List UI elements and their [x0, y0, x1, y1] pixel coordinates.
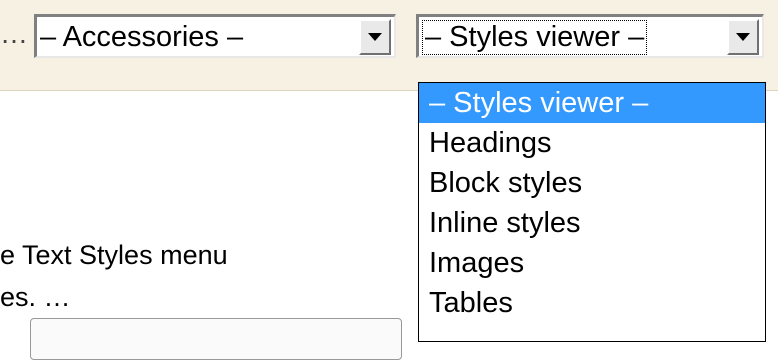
styles-viewer-select-value: – Styles viewer –: [422, 20, 648, 55]
accessories-select[interactable]: – Accessories –: [34, 14, 396, 58]
body-text-line: e Text Styles menu: [0, 240, 228, 270]
chevron-down-icon: [736, 33, 750, 41]
styles-viewer-dropdown-button[interactable]: [727, 19, 759, 55]
chevron-down-icon: [368, 33, 382, 41]
dropdown-option-block-styles[interactable]: Block styles: [419, 163, 765, 203]
dropdown-option-images[interactable]: Images: [419, 243, 765, 283]
dropdown-option-headings[interactable]: Headings: [419, 123, 765, 163]
styles-viewer-dropdown-list: – Styles viewer – Headings Block styles …: [418, 82, 766, 342]
dropdown-option-tables[interactable]: Tables: [419, 283, 765, 323]
body-text-line: es. …: [0, 282, 71, 312]
accessories-select-value: – Accessories –: [40, 21, 244, 53]
text-input-box[interactable]: [30, 318, 402, 360]
toolbar-overflow-text: …: [0, 18, 28, 49]
dropdown-option-inline-styles[interactable]: Inline styles: [419, 203, 765, 243]
accessories-dropdown-button[interactable]: [359, 19, 391, 55]
editor-toolbar: … – Accessories – – Styles viewer –: [0, 0, 778, 91]
styles-viewer-select[interactable]: – Styles viewer –: [416, 14, 764, 58]
dropdown-option-styles-viewer[interactable]: – Styles viewer –: [419, 83, 765, 123]
